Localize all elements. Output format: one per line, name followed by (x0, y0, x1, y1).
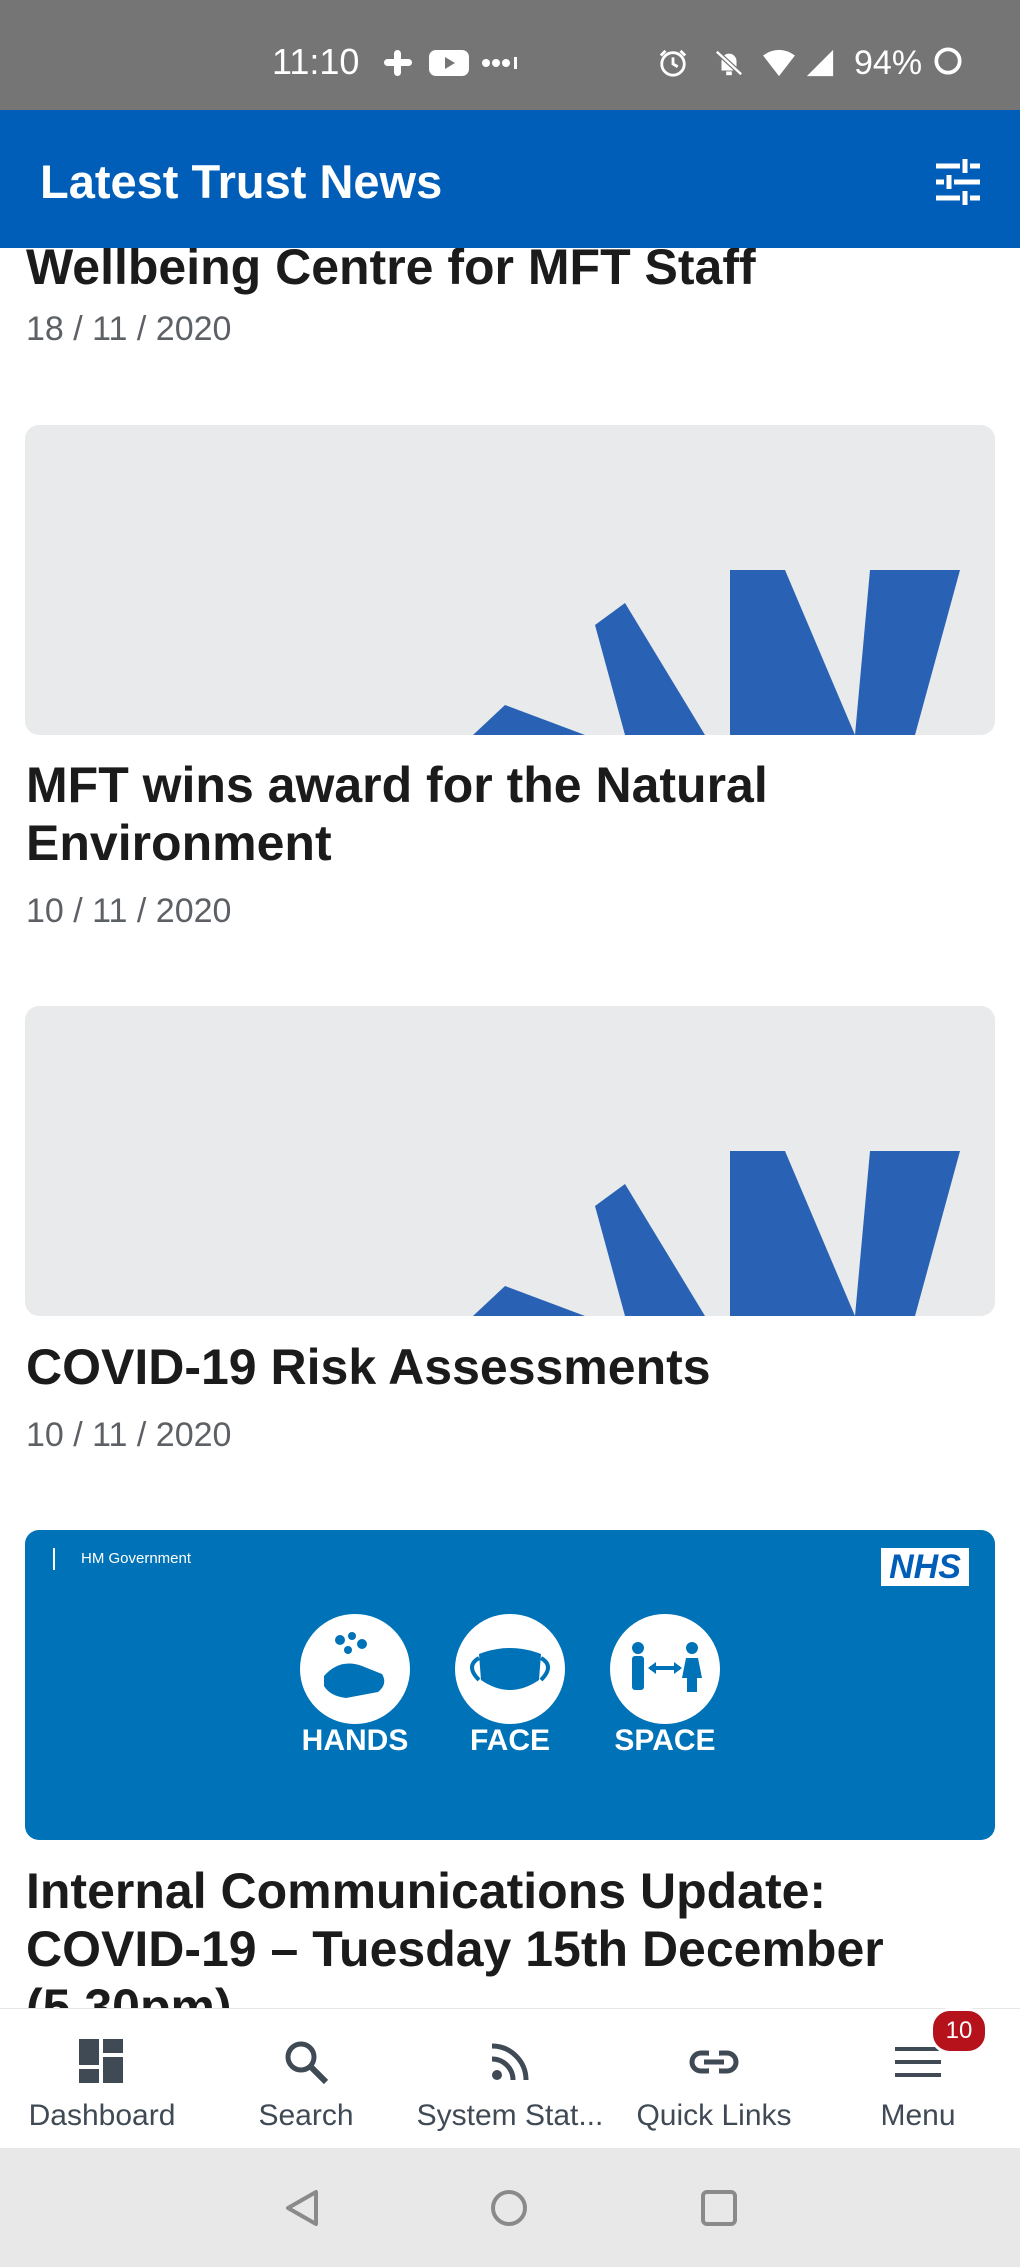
nav-label: Dashboard (28, 2099, 176, 2132)
signal-icon (806, 49, 834, 77)
battery-icon (934, 47, 962, 75)
news-thumbnail (25, 425, 995, 735)
bottom-navigation: Dashboard Search System Stat... Quick Li… (0, 2008, 1020, 2149)
status-bar: 11:10 94% (0, 0, 1020, 110)
tune-icon[interactable] (930, 154, 986, 210)
nav-label: Menu (880, 2099, 956, 2132)
nhs-logo: NHS (881, 1548, 969, 1586)
news-title: MFT wins award for the Natural Environme… (26, 757, 768, 871)
nav-system-status[interactable]: System Stat... (408, 2009, 612, 2149)
hm-government-logo: HM Government (53, 1548, 191, 1570)
nav-quick-links[interactable]: Quick Links (612, 2009, 816, 2149)
youtube-icon (429, 50, 469, 76)
news-title: Internal Communications Update: COVID-19… (26, 1863, 884, 2008)
mft-logo-graphic (473, 570, 960, 735)
link-icon (689, 2050, 739, 2074)
nav-label: Search (258, 2099, 354, 2132)
news-date: 10 / 11 / 2020 (26, 892, 232, 930)
nav-label: System Stat... (416, 2099, 604, 2132)
more-notifications-icon (482, 57, 517, 69)
alarm-icon (659, 49, 687, 77)
news-title: COVID-19 Risk Assessments (26, 1339, 711, 1395)
face-label: FACE (469, 1724, 550, 1757)
slack-icon (384, 50, 412, 76)
news-title: Wellbeing Centre for MFT Staff (26, 248, 756, 295)
nav-menu[interactable]: Menu (816, 2009, 1020, 2149)
system-navigation-bar (0, 2148, 1020, 2267)
menu-notification-badge: 10 (930, 2008, 988, 2054)
back-icon[interactable] (282, 2188, 322, 2228)
battery-percentage: 94% (854, 44, 923, 82)
nav-label: Quick Links (636, 2099, 792, 2132)
page-title: Latest Trust News (40, 155, 443, 208)
nav-dashboard[interactable]: Dashboard (0, 2009, 204, 2149)
mute-icon (715, 50, 743, 76)
news-list: Wellbeing Centre for MFT Staff 18 / 11 /… (0, 248, 1020, 2008)
news-date: 10 / 11 / 2020 (26, 1416, 232, 1454)
status-time: 11:10 (272, 41, 360, 82)
social-distance-icon (610, 1614, 720, 1724)
dashboard-icon (79, 2039, 123, 2083)
hands-label: HANDS (301, 1724, 409, 1757)
home-icon[interactable] (489, 2188, 529, 2228)
news-date: 18 / 11 / 2020 (26, 310, 232, 348)
search-icon (285, 2041, 329, 2085)
news-thumbnail (25, 1006, 995, 1316)
hands-face-space-banner: HM Government NHS HANDS FACE SPACE (25, 1530, 995, 1840)
mft-logo-graphic (473, 1151, 960, 1316)
wifi-icon (763, 49, 795, 77)
space-label: SPACE (614, 1724, 716, 1757)
face-mask-icon (455, 1614, 565, 1724)
nav-search[interactable]: Search (204, 2009, 408, 2149)
hands-icon (300, 1614, 410, 1724)
app-bar: Latest Trust News (0, 110, 1020, 248)
recents-icon[interactable] (699, 2188, 739, 2228)
rss-icon (491, 2043, 529, 2081)
